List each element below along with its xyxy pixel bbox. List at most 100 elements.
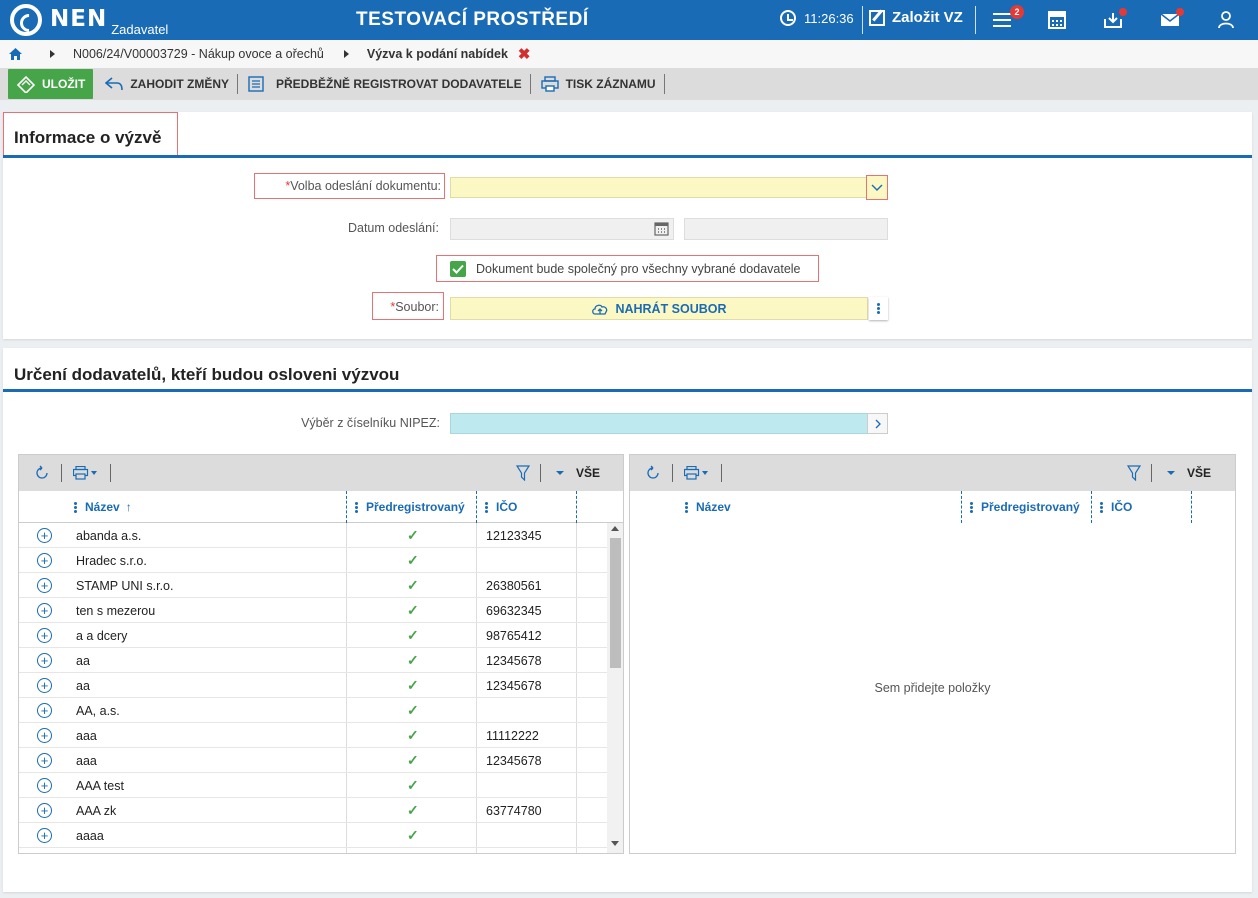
add-row-icon[interactable]: + bbox=[37, 628, 52, 643]
table-row[interactable]: + ten s mezerou ✓ 69632345 bbox=[19, 598, 607, 623]
discard-changes-label: ZAHODIT ZMĚNY bbox=[130, 77, 229, 91]
filter-icon[interactable] bbox=[1127, 465, 1141, 481]
table-row[interactable]: + STAMP UNI s.r.o. ✓ 26380561 bbox=[19, 573, 607, 598]
column-header-ico[interactable]: IČO bbox=[1100, 491, 1132, 523]
column-divider bbox=[1091, 491, 1092, 523]
dropdown-button[interactable] bbox=[866, 175, 888, 200]
breadcrumb-separator-icon bbox=[50, 50, 55, 58]
add-row-icon[interactable]: + bbox=[37, 703, 52, 718]
cell-name: STAMP UNI s.r.o. bbox=[76, 579, 174, 593]
column-header-preregistered[interactable]: Předregistrovaný bbox=[355, 491, 465, 523]
more-options-button[interactable] bbox=[869, 297, 888, 320]
caret-down-icon[interactable] bbox=[555, 470, 565, 476]
column-header-name[interactable]: Název bbox=[685, 491, 731, 523]
edit-icon bbox=[869, 9, 885, 26]
checkmark-icon: ✓ bbox=[407, 777, 419, 793]
save-button[interactable]: ULOŽIT bbox=[8, 69, 94, 99]
printer-dropdown-icon[interactable] bbox=[684, 466, 710, 480]
nipez-label: Výběr z číselníku NIPEZ: bbox=[301, 416, 440, 430]
calculator-icon[interactable] bbox=[1047, 10, 1067, 30]
caret-down-icon[interactable] bbox=[1166, 470, 1176, 476]
add-row-icon[interactable]: + bbox=[37, 753, 52, 768]
add-row-icon[interactable]: + bbox=[37, 578, 52, 593]
add-row-icon[interactable]: + bbox=[37, 553, 52, 568]
send-date-input[interactable] bbox=[450, 218, 674, 240]
add-row-icon[interactable]: + bbox=[37, 528, 52, 543]
chevron-down-icon bbox=[871, 184, 883, 191]
add-row-icon[interactable]: + bbox=[37, 603, 52, 618]
cell-name: Hradec s.r.o. bbox=[76, 554, 147, 568]
scroll-down-icon[interactable] bbox=[611, 841, 619, 846]
add-row-icon[interactable]: + bbox=[37, 803, 52, 818]
common-document-checkbox[interactable] bbox=[450, 261, 466, 277]
column-header-name[interactable]: Název ↑ bbox=[74, 491, 132, 523]
send-option-select[interactable] bbox=[450, 177, 867, 198]
print-record-label: TISK ZÁZNAMU bbox=[565, 77, 656, 91]
table-row[interactable]: + aa ✓ 12345678 bbox=[19, 648, 607, 673]
column-header-ico[interactable]: IČO bbox=[485, 491, 517, 523]
table-row[interactable]: + abanda a.s. ✓ 12123345 bbox=[19, 523, 607, 548]
grid-scrollbar[interactable] bbox=[607, 523, 623, 853]
table-row[interactable]: + aaa ✓ 11112222 bbox=[19, 723, 607, 748]
refresh-icon[interactable] bbox=[34, 465, 50, 481]
add-row-icon[interactable]: + bbox=[37, 728, 52, 743]
nipez-input[interactable] bbox=[450, 413, 868, 434]
breadcrumb-tender[interactable]: N006/24/V00003729 - Nákup ovoce a ořechů bbox=[73, 47, 324, 61]
table-row[interactable]: + aa ✓ 12345678 bbox=[19, 673, 607, 698]
menu-icon[interactable] bbox=[992, 10, 1012, 30]
header-divider bbox=[862, 6, 863, 34]
filter-icon[interactable] bbox=[516, 465, 530, 481]
scroll-up-icon[interactable] bbox=[611, 526, 619, 531]
discard-changes-button[interactable]: ZAHODIT ZMĚNY bbox=[97, 73, 237, 95]
column-divider bbox=[476, 491, 477, 523]
home-icon[interactable] bbox=[9, 48, 22, 60]
column-menu-icon bbox=[1100, 501, 1103, 514]
table-row[interactable]: + AAA zk ✓ 63774780 bbox=[19, 798, 607, 823]
add-row-icon[interactable]: + bbox=[37, 828, 52, 843]
checkmark-icon: ✓ bbox=[407, 827, 419, 843]
table-row[interactable]: + Hradec s.r.o. ✓ bbox=[19, 548, 607, 573]
refresh-icon[interactable] bbox=[645, 465, 661, 481]
printer-dropdown-icon[interactable] bbox=[73, 466, 99, 480]
file-label: *Soubor: bbox=[390, 300, 439, 314]
breadcrumb-separator-icon bbox=[343, 50, 349, 58]
column-menu-icon bbox=[355, 501, 358, 514]
table-row[interactable]: + aaa ✓ 12345678 bbox=[19, 748, 607, 773]
session-clock: 11:26:36 bbox=[780, 10, 854, 26]
common-document-label: Dokument bude společný pro všechny vybra… bbox=[476, 262, 801, 276]
table-row[interactable]: + a a dcery ✓ 98765412 bbox=[19, 623, 607, 648]
nipez-open-button[interactable] bbox=[867, 413, 888, 434]
upload-file-label: NAHRÁT SOUBOR bbox=[615, 301, 727, 316]
column-menu-icon bbox=[685, 501, 688, 514]
calendar-icon[interactable] bbox=[654, 222, 669, 236]
print-record-button[interactable]: TISK ZÁZNAMU bbox=[533, 73, 664, 95]
preregister-supplier-label: PŘEDBĚŽNĚ REGISTROVAT DODAVATELE bbox=[276, 77, 522, 91]
section-underline bbox=[3, 389, 1252, 392]
toolbar-divider bbox=[721, 464, 722, 482]
nen-logo[interactable]: NEN Zadavatel bbox=[10, 4, 168, 37]
table-row[interactable]: + AAA test ✓ bbox=[19, 773, 607, 798]
column-header-preregistered[interactable]: Předregistrovaný bbox=[970, 491, 1080, 523]
select-all-button[interactable]: VŠE bbox=[576, 466, 600, 480]
table-row[interactable]: + aaaa ✓ bbox=[19, 823, 607, 848]
add-row-icon[interactable]: + bbox=[37, 778, 52, 793]
cell-name: ten s mezerou bbox=[76, 604, 156, 618]
column-divider bbox=[346, 491, 347, 523]
send-time-input[interactable] bbox=[684, 218, 888, 240]
create-tender-button[interactable]: Založit VZ bbox=[869, 9, 963, 26]
column-divider bbox=[961, 491, 962, 523]
preregister-supplier-button[interactable]: PŘEDBĚŽNĚ REGISTROVAT DODAVATELE bbox=[240, 73, 530, 95]
scrollbar-thumb[interactable] bbox=[610, 538, 621, 668]
user-icon[interactable] bbox=[1216, 10, 1236, 30]
add-row-icon[interactable]: + bbox=[37, 653, 52, 668]
close-icon[interactable]: ✖ bbox=[518, 45, 531, 63]
select-all-button[interactable]: VŠE bbox=[1187, 466, 1211, 480]
checkmark-icon: ✓ bbox=[407, 602, 419, 618]
toolbar-divider bbox=[540, 464, 541, 482]
upload-file-button[interactable]: NAHRÁT SOUBOR bbox=[450, 297, 868, 320]
table-row[interactable]: + AA, a.s. ✓ bbox=[19, 698, 607, 723]
inbox-dot bbox=[1119, 8, 1127, 16]
add-row-icon[interactable]: + bbox=[37, 678, 52, 693]
checkmark-icon: ✓ bbox=[407, 802, 419, 818]
toolbar-divider bbox=[672, 464, 673, 482]
